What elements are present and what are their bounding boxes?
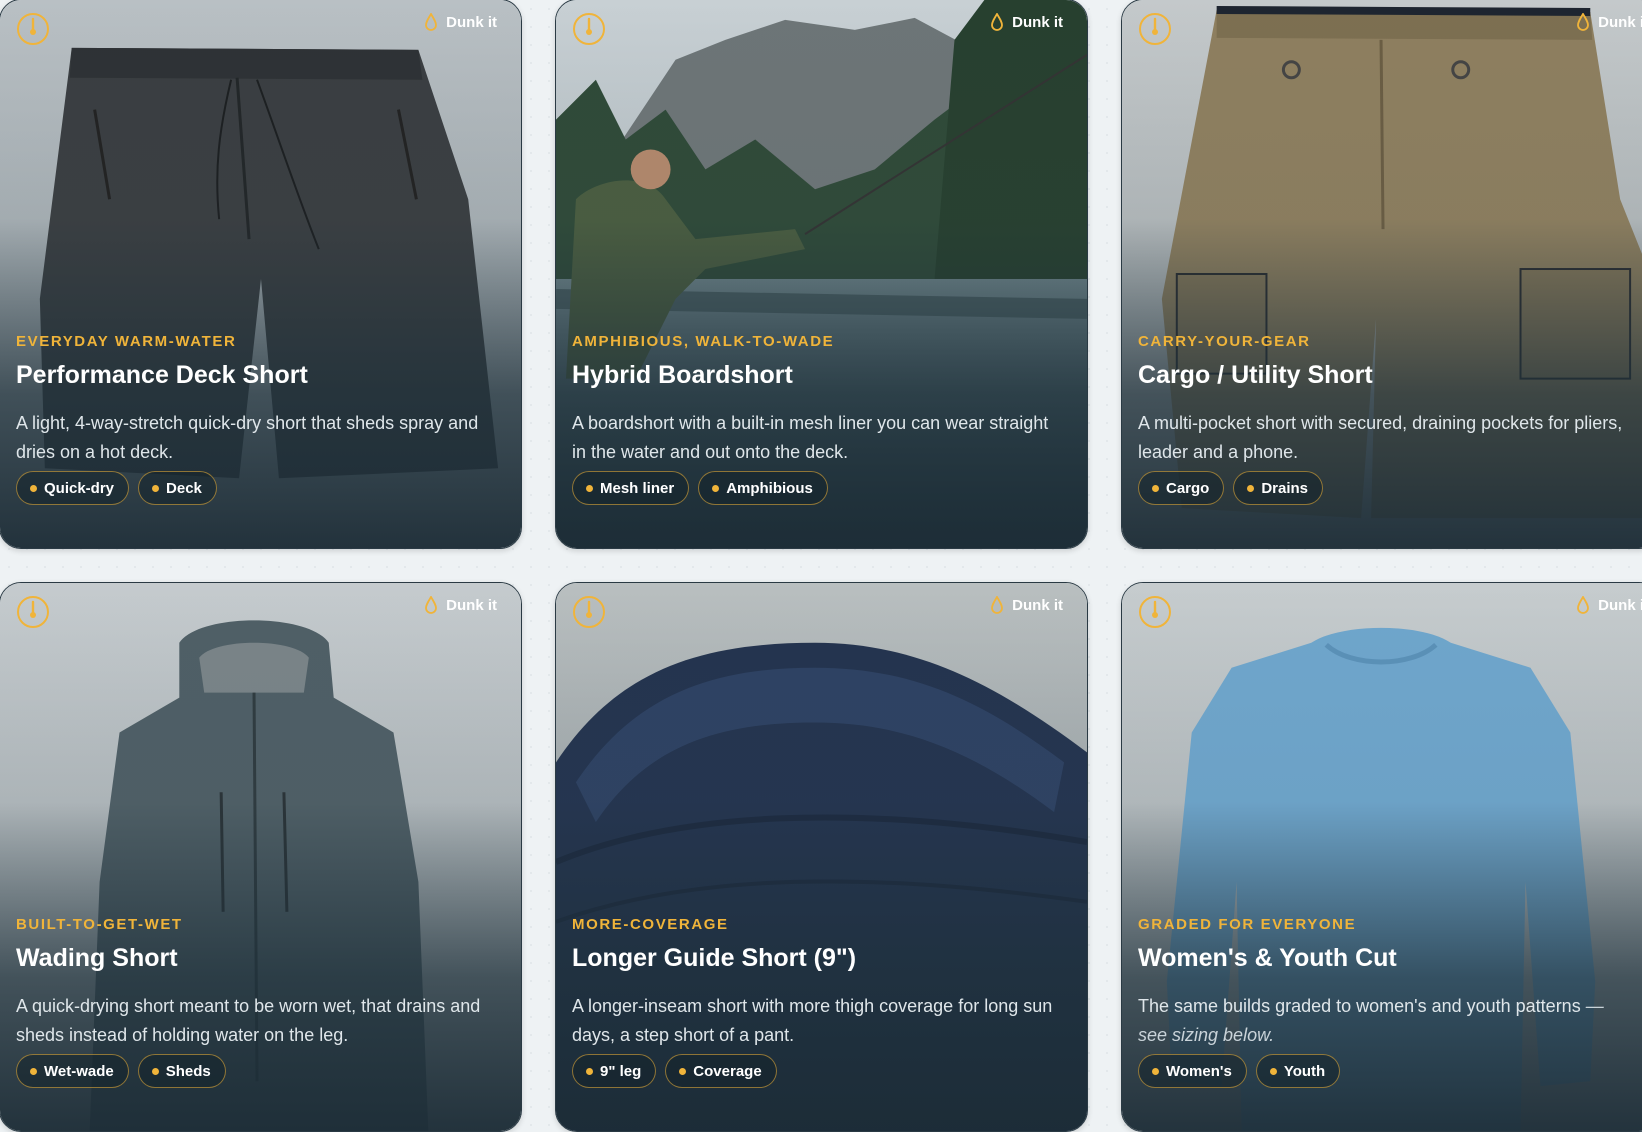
water-drop-icon (991, 13, 1004, 31)
dunk-it-button[interactable]: Dunk it (1576, 13, 1642, 31)
thermometer-gauge-icon (16, 12, 50, 46)
tag-list: 9" leg Coverage (572, 1054, 777, 1088)
card-content: EVERYDAY WARM-WATER Performance Deck Sho… (16, 333, 505, 548)
tag-label: Women's (1166, 1062, 1232, 1080)
dunk-it-button[interactable]: Dunk it (424, 596, 497, 614)
tag-label: Coverage (693, 1062, 762, 1080)
dunk-it-label: Dunk it (1598, 13, 1642, 31)
card-title: Performance Deck Short (16, 361, 308, 389)
water-drop-icon (425, 596, 438, 614)
card-content: MORE-COVERAGE Longer Guide Short (9") A … (572, 916, 1071, 1131)
tag-label: Quick-dry (44, 479, 115, 497)
dunk-it-button[interactable]: Dunk it (1576, 596, 1642, 614)
tag-list: Mesh liner Amphibious (572, 471, 828, 505)
bullet-dot-icon (1152, 1067, 1159, 1075)
card-title: Hybrid Boardshort (572, 361, 793, 389)
tag-chip: Drains (1233, 471, 1324, 505)
bullet-dot-icon (1247, 484, 1255, 492)
card-title: Wading Short (16, 944, 178, 972)
product-card-cargo-utility-short[interactable]: Dunk it CARRY-YOUR-GEAR Cargo / Utility … (1121, 0, 1642, 549)
tag-label: Amphibious (726, 479, 813, 497)
card-description: A boardshort with a built-in mesh liner … (572, 413, 1049, 462)
bullet-dot-icon (152, 484, 160, 492)
bullet-dot-icon (1152, 484, 1159, 492)
card-eyebrow: CARRY-YOUR-GEAR (1138, 333, 1311, 350)
card-content: CARRY-YOUR-GEAR Cargo / Utility Short A … (1138, 333, 1642, 548)
tag-label: Youth (1283, 1062, 1326, 1080)
bullet-dot-icon (679, 1067, 687, 1075)
bullet-dot-icon (586, 484, 593, 492)
bullet-dot-icon (30, 484, 37, 492)
thermometer-gauge-icon (572, 595, 606, 629)
tag-list: Cargo Drains (1138, 471, 1324, 505)
product-card-womens-youth-cut[interactable]: Dunk it GRADED FOR EVERYONE Women's & Yo… (1121, 582, 1642, 1132)
tag-label: Mesh liner (600, 479, 675, 497)
tag-chip: Coverage (665, 1054, 777, 1088)
tag-label: Drains (1261, 479, 1309, 497)
tag-chip: Women's (1138, 1054, 1247, 1088)
tag-chip: Youth (1255, 1054, 1341, 1088)
card-description-text: The same builds graded to women's and yo… (1138, 996, 1581, 1016)
water-drop-icon (1577, 13, 1590, 31)
bullet-dot-icon (30, 1067, 37, 1075)
card-title: Longer Guide Short (9") (572, 944, 857, 972)
card-eyebrow: BUILT-TO-GET-WET (16, 916, 183, 933)
card-description: A multi-pocket short with secured, drain… (1138, 413, 1623, 462)
bullet-dot-icon (1269, 1067, 1277, 1075)
thermometer-gauge-icon (1138, 12, 1172, 46)
tag-chip: Mesh liner (572, 471, 690, 505)
dunk-it-label: Dunk it (446, 596, 497, 614)
tag-label: Deck (166, 479, 202, 497)
dunk-it-button[interactable]: Dunk it (424, 13, 497, 31)
card-description: A longer-inseam short with more thigh co… (572, 996, 1053, 1045)
card-content: AMPHIBIOUS, WALK-TO-WADE Hybrid Boardsho… (572, 333, 1071, 548)
dunk-it-label: Dunk it (1012, 596, 1063, 614)
card-description: A quick-drying short meant to be worn we… (16, 996, 481, 1045)
card-content: GRADED FOR EVERYONE Women's & Youth Cut … (1138, 916, 1642, 1131)
tag-list: Women's Youth (1138, 1054, 1341, 1088)
tag-chip: Wet-wade (16, 1054, 129, 1088)
tag-chip: 9" leg (572, 1054, 657, 1088)
card-eyebrow: GRADED FOR EVERYONE (1138, 916, 1357, 933)
card-eyebrow: AMPHIBIOUS, WALK-TO-WADE (572, 333, 835, 350)
tag-label: Wet-wade (44, 1062, 114, 1080)
thermometer-gauge-icon (572, 12, 606, 46)
card-title: Women's & Youth Cut (1138, 944, 1397, 972)
dunk-it-button[interactable]: Dunk it (990, 13, 1063, 31)
tag-chip: Cargo (1138, 471, 1225, 505)
dunk-it-label: Dunk it (1598, 596, 1642, 614)
tag-label: 9" leg (600, 1062, 642, 1080)
dunk-it-label: Dunk it (1012, 13, 1063, 31)
card-description: A light, 4-way-stretch quick-dry short t… (16, 413, 479, 462)
tag-label: Sheds (165, 1062, 211, 1080)
tag-chip: Deck (138, 471, 217, 505)
dunk-it-label: Dunk it (446, 13, 497, 31)
water-drop-icon (991, 596, 1004, 614)
card-description: The same builds graded to women's and yo… (1138, 992, 1628, 1050)
card-eyebrow: MORE-COVERAGE (572, 916, 729, 933)
tag-chip: Amphibious (698, 471, 828, 505)
card-eyebrow: EVERYDAY WARM-WATER (16, 333, 237, 350)
water-drop-icon (1577, 596, 1590, 614)
tag-chip: Quick-dry (16, 471, 130, 505)
card-title: Cargo / Utility Short (1138, 361, 1373, 389)
product-card-hybrid-boardshort[interactable]: Dunk it AMPHIBIOUS, WALK-TO-WADE Hybrid … (555, 0, 1088, 549)
bullet-dot-icon (586, 1067, 593, 1075)
card-content: BUILT-TO-GET-WET Wading Short A quick-dr… (16, 916, 505, 1131)
product-card-longer-guide-short[interactable]: Dunk it MORE-COVERAGE Longer Guide Short… (555, 582, 1088, 1132)
tag-label: Cargo (1166, 479, 1210, 497)
tag-list: Wet-wade Sheds (16, 1054, 226, 1088)
product-card-wading-short[interactable]: Dunk it BUILT-TO-GET-WET Wading Short A … (0, 582, 522, 1132)
tag-list: Quick-dry Deck (16, 471, 217, 505)
bullet-dot-icon (151, 1067, 159, 1075)
bullet-dot-icon (712, 484, 720, 492)
thermometer-gauge-icon (1138, 595, 1172, 629)
product-card-performance-deck-short[interactable]: Dunk it EVERYDAY WARM-WATER Performance … (0, 0, 522, 549)
tag-chip: Sheds (137, 1054, 226, 1088)
thermometer-gauge-icon (16, 595, 50, 629)
water-drop-icon (425, 13, 438, 31)
dunk-it-button[interactable]: Dunk it (990, 596, 1063, 614)
